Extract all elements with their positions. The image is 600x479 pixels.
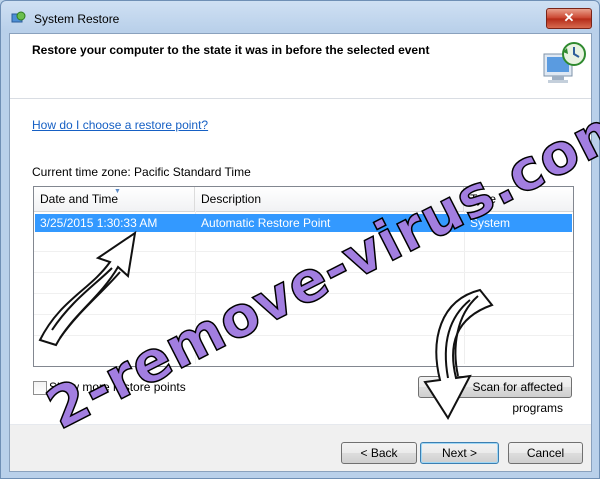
cell-description: Automatic Restore Point [201, 216, 331, 230]
next-button[interactable]: Next > [420, 442, 499, 464]
show-more-checkbox[interactable] [33, 381, 47, 395]
system-restore-icon [11, 11, 26, 23]
grid-line [34, 272, 573, 273]
help-link[interactable]: How do I choose a restore point? [32, 118, 208, 132]
footer-band [10, 425, 591, 471]
header-band: Restore your computer to the state it wa… [10, 34, 591, 98]
page-heading: Restore your computer to the state it wa… [32, 43, 430, 57]
dialog-body: Restore your computer to the state it wa… [9, 33, 592, 472]
back-button[interactable]: < Back [341, 442, 417, 464]
grid-line [195, 211, 196, 364]
column-header-description[interactable]: Description [195, 187, 464, 211]
restore-clock-icon [543, 42, 586, 83]
grid-line [34, 335, 573, 336]
header-separator [10, 98, 591, 99]
column-header-type[interactable]: Type [464, 187, 573, 211]
system-restore-window: System Restore ✕ Restore your computer t… [0, 0, 600, 479]
table-row[interactable]: 3/25/2015 1:30:33 AM Automatic Restore P… [35, 214, 572, 232]
cancel-button[interactable]: Cancel [508, 442, 583, 464]
list-header: Date and Time ▼ Description Type [34, 187, 573, 212]
grid-line [464, 211, 465, 364]
restore-point-list[interactable]: Date and Time ▼ Description Type 3/25/20… [33, 186, 574, 367]
cell-type: System [470, 216, 511, 230]
timezone-label: Current time zone: Pacific Standard Time [32, 165, 251, 179]
grid-line [34, 314, 573, 315]
window-title: System Restore [34, 12, 120, 26]
cell-date-time: 3/25/2015 1:30:33 AM [40, 216, 158, 230]
show-more-label: Show more restore points [49, 380, 186, 394]
title-bar: System Restore ✕ [1, 1, 599, 35]
scan-affected-programs-button[interactable]: Scan for affected programs [418, 376, 572, 415]
grid-line [34, 293, 573, 294]
grid-line [34, 251, 573, 252]
sort-arrow-icon: ▼ [114, 188, 121, 195]
close-button[interactable]: ✕ [546, 8, 592, 29]
